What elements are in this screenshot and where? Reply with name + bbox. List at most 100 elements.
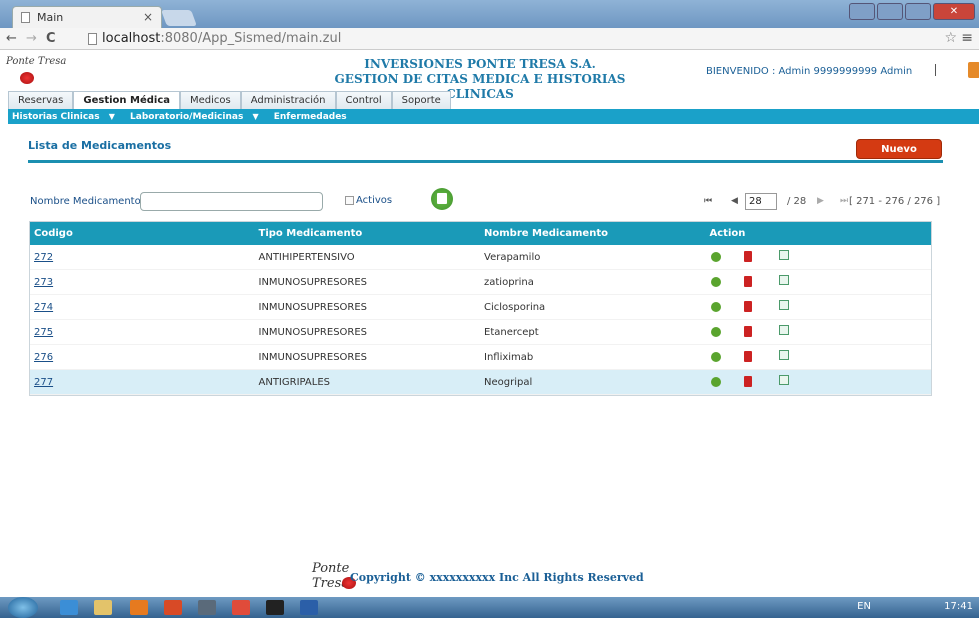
- medicine-name-input[interactable]: [140, 192, 323, 211]
- code-link[interactable]: 277: [34, 377, 53, 388]
- edit-icon[interactable]: [778, 250, 789, 260]
- trash-icon[interactable]: [743, 251, 752, 262]
- table-row[interactable]: 274 INMUNOSUPRESORES Ciclosporina: [30, 295, 931, 320]
- browser-tab[interactable]: Main ×: [12, 6, 162, 28]
- code-link[interactable]: 274: [34, 302, 53, 313]
- check-icon[interactable]: [710, 327, 721, 337]
- page-range: [ 271 - 276 / 276 ]: [849, 196, 941, 207]
- media-icon[interactable]: [130, 600, 148, 615]
- menu-enfermedades[interactable]: Enfermedades: [274, 112, 347, 122]
- app-icon[interactable]: [198, 600, 216, 615]
- chevron-down-icon: ▼: [108, 112, 115, 121]
- edit-icon[interactable]: [778, 375, 789, 385]
- code-link[interactable]: 276: [34, 352, 53, 363]
- trash-icon[interactable]: [743, 326, 752, 337]
- app-icon[interactable]: [266, 600, 284, 615]
- last-page-icon[interactable]: ⏭: [840, 196, 848, 206]
- word-icon[interactable]: [300, 600, 318, 615]
- name-cell: zatioprina: [484, 277, 534, 288]
- tab-medicos[interactable]: Medicos: [180, 91, 241, 109]
- explorer-icon[interactable]: [94, 600, 112, 615]
- edit-icon[interactable]: [778, 325, 789, 335]
- tab-gestion-medica[interactable]: Gestion Médica: [73, 91, 181, 109]
- clock[interactable]: 17:41: [944, 601, 973, 612]
- check-icon[interactable]: [710, 352, 721, 362]
- page-number-input[interactable]: 28: [745, 193, 777, 210]
- code-link[interactable]: 275: [34, 327, 53, 338]
- menu-laboratorio-medicinas[interactable]: Laboratorio/Medicinas ▼: [130, 112, 265, 122]
- tab-soporte[interactable]: Soporte: [391, 91, 451, 109]
- tab-reservas[interactable]: Reservas: [8, 91, 74, 109]
- name-cell: Verapamilo: [484, 252, 541, 263]
- back-icon[interactable]: ←: [6, 31, 17, 46]
- table-row[interactable]: 272 ANTIHIPERTENSIVO Verapamilo: [30, 245, 931, 270]
- trash-icon[interactable]: [743, 376, 752, 387]
- main-tabs: Reservas Gestion Médica Medicos Administ…: [8, 91, 451, 109]
- tab-administracion[interactable]: Administración: [240, 91, 336, 109]
- trash-icon[interactable]: [743, 351, 752, 362]
- reload-icon[interactable]: C: [46, 31, 56, 46]
- forward-icon[interactable]: →: [26, 31, 37, 46]
- sub-navigation: Historias Clinicas ▼ Laboratorio/Medicin…: [8, 109, 979, 124]
- check-icon[interactable]: [710, 277, 721, 287]
- language-indicator[interactable]: EN: [857, 601, 871, 612]
- code-link[interactable]: 273: [34, 277, 53, 288]
- page-icon: [21, 12, 30, 23]
- column-header[interactable]: Nombre Medicamento: [480, 222, 706, 245]
- new-record-button[interactable]: Nuevo Registro: [856, 139, 942, 175]
- name-cell: Etanercept: [484, 327, 539, 338]
- activos-checkbox[interactable]: [345, 196, 354, 205]
- company-name: INVERSIONES PONTE TRESA S.A.: [364, 57, 596, 71]
- next-page-icon[interactable]: ▶: [817, 196, 824, 206]
- table-row-selected[interactable]: 277 ANTIGRIPALES Neogripal: [30, 370, 931, 395]
- action-cell: [706, 295, 932, 319]
- edit-icon[interactable]: [778, 350, 789, 360]
- first-page-icon[interactable]: ⏮: [704, 196, 712, 206]
- title-underline: [28, 160, 943, 163]
- page-total: / 28: [787, 196, 807, 207]
- start-button[interactable]: [8, 597, 38, 618]
- url-host: localhost: [102, 31, 161, 46]
- menu-icon[interactable]: ≡: [961, 30, 973, 46]
- company-logo: Ponte Tresa: [6, 56, 67, 67]
- action-cell: [706, 370, 932, 394]
- close-tab-icon[interactable]: ×: [143, 10, 153, 24]
- tab-control[interactable]: Control: [335, 91, 392, 109]
- edit-icon[interactable]: [778, 275, 789, 285]
- menu-historias-clinicas[interactable]: Historias Clinicas ▼: [12, 112, 121, 122]
- bookmark-star-icon[interactable]: ☆: [944, 30, 957, 46]
- system-tray: EN 17:41: [857, 601, 973, 612]
- url-field[interactable]: localhost:8080/App_Sismed/main.zul: [88, 30, 948, 48]
- table-row[interactable]: 273 INMUNOSUPRESORES zatioprina: [30, 270, 931, 295]
- firefox-icon[interactable]: [164, 600, 182, 615]
- check-icon[interactable]: [710, 377, 721, 387]
- logout-icon[interactable]: [968, 62, 979, 78]
- action-cell: [706, 320, 932, 344]
- user-icon[interactable]: [849, 3, 875, 20]
- check-icon[interactable]: [710, 252, 721, 262]
- url-path: :8080/App_Sismed/main.zul: [160, 31, 342, 46]
- prev-page-icon[interactable]: ◀: [731, 196, 738, 206]
- maximize-button[interactable]: [905, 3, 931, 20]
- chevron-down-icon: ▼: [252, 112, 259, 121]
- save-icon[interactable]: [431, 188, 453, 210]
- column-header: Action: [709, 228, 746, 239]
- ie-icon[interactable]: [60, 600, 78, 615]
- code-link[interactable]: 272: [34, 252, 53, 263]
- new-tab-button[interactable]: [161, 10, 197, 26]
- close-window-button[interactable]: ✕: [933, 3, 975, 20]
- table-row[interactable]: 276 INMUNOSUPRESORES Infliximab: [30, 345, 931, 370]
- trash-icon[interactable]: [743, 276, 752, 287]
- table-row[interactable]: 275 INMUNOSUPRESORES Etanercept: [30, 320, 931, 345]
- trash-icon[interactable]: [743, 301, 752, 312]
- column-header[interactable]: Tipo Medicamento: [255, 222, 481, 245]
- edit-icon[interactable]: [778, 300, 789, 310]
- column-header[interactable]: Codigo: [30, 222, 255, 245]
- minimize-button[interactable]: [877, 3, 903, 20]
- chrome-icon[interactable]: [232, 600, 250, 615]
- check-icon[interactable]: [710, 302, 721, 312]
- page-icon: [88, 33, 97, 45]
- type-cell: ANTIGRIPALES: [258, 377, 331, 388]
- windows-taskbar: EN 17:41: [0, 597, 979, 618]
- activos-label: Activos: [356, 195, 393, 206]
